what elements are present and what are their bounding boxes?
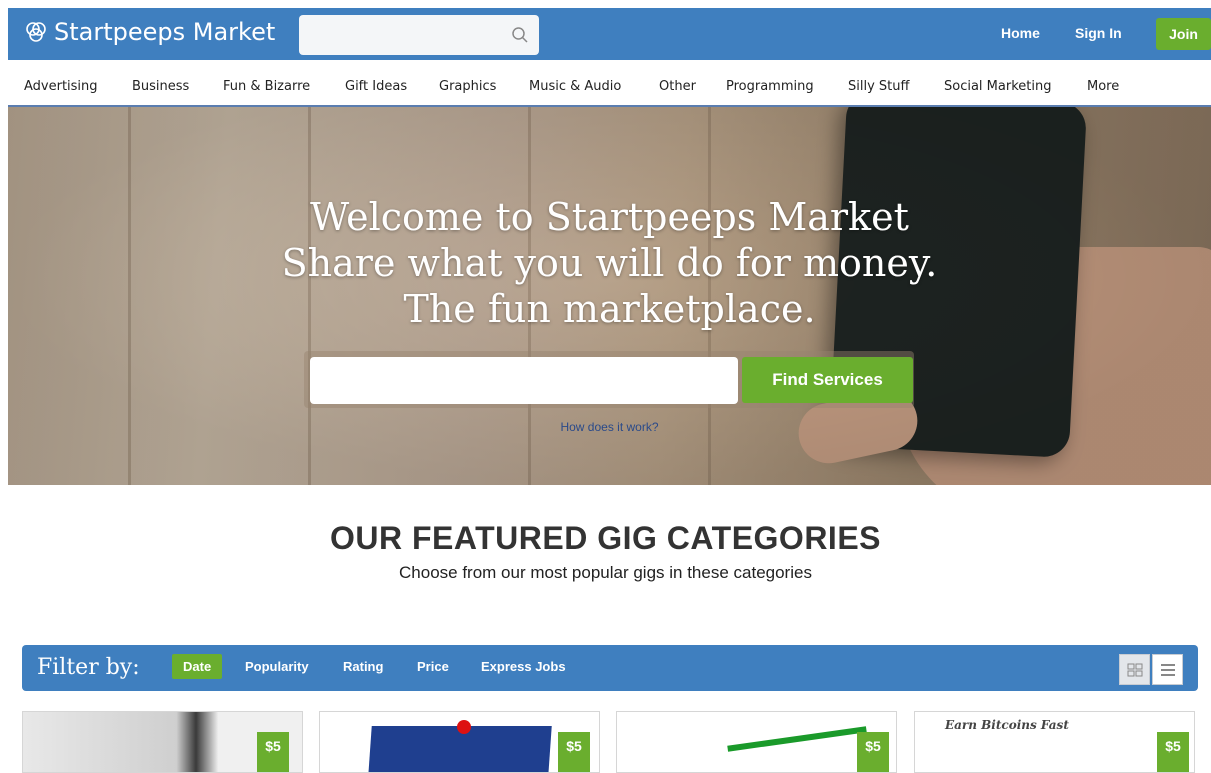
join-button[interactable]: Join bbox=[1156, 18, 1211, 50]
price-badge: $5 bbox=[558, 732, 590, 772]
filter-price[interactable]: Price bbox=[417, 659, 449, 674]
grid-icon bbox=[1127, 663, 1142, 676]
gig-card[interactable]: $5 bbox=[319, 711, 600, 773]
category-other[interactable]: Other bbox=[659, 79, 696, 94]
filter-bar: Filter by: Date Popularity Rating Price … bbox=[22, 645, 1198, 691]
price-badge: $5 bbox=[1157, 732, 1189, 772]
list-view-button[interactable] bbox=[1152, 654, 1183, 685]
how-it-works-link[interactable]: How does it work? bbox=[8, 420, 1211, 434]
category-music-audio[interactable]: Music & Audio bbox=[529, 79, 621, 94]
logo-icon bbox=[26, 22, 46, 42]
gig-image-caption: Earn Bitcoins Fast bbox=[945, 718, 1069, 732]
logo-text: Startpeeps Market bbox=[54, 18, 276, 46]
filter-express-jobs[interactable]: Express Jobs bbox=[481, 659, 566, 674]
filter-popularity[interactable]: Popularity bbox=[245, 659, 309, 674]
grid-view-button[interactable] bbox=[1119, 654, 1150, 685]
top-navigation-bar: Startpeeps Market Home Sign In Join bbox=[8, 8, 1211, 60]
nav-signin-link[interactable]: Sign In bbox=[1075, 25, 1122, 41]
filter-date[interactable]: Date bbox=[172, 654, 223, 679]
featured-title: OUR FEATURED GIG CATEGORIES bbox=[330, 520, 881, 556]
category-social-marketing[interactable]: Social Marketing bbox=[944, 79, 1051, 94]
filter-label: Filter by: bbox=[37, 655, 140, 680]
filter-rating[interactable]: Rating bbox=[343, 659, 383, 674]
hero-heading: Welcome to Startpeeps Market bbox=[310, 195, 909, 239]
category-more[interactable]: More bbox=[1087, 79, 1119, 94]
site-logo[interactable]: Startpeeps Market bbox=[24, 18, 275, 46]
category-graphics[interactable]: Graphics bbox=[439, 79, 496, 94]
category-gift-ideas[interactable]: Gift Ideas bbox=[345, 79, 407, 94]
category-advertising[interactable]: Advertising bbox=[24, 79, 98, 94]
gig-card[interactable]: $5 bbox=[22, 711, 303, 773]
search-icon[interactable] bbox=[511, 26, 529, 44]
category-fun-bizarre[interactable]: Fun & Bizarre bbox=[223, 79, 310, 94]
hero-tagline: Share what you will do for money. bbox=[281, 241, 938, 285]
header-search-input[interactable] bbox=[299, 15, 519, 53]
gig-thumbnail bbox=[727, 726, 867, 752]
price-badge: $5 bbox=[257, 732, 289, 772]
list-icon bbox=[1160, 663, 1175, 676]
find-services-button[interactable]: Find Services bbox=[742, 357, 913, 403]
nav-home-link[interactable]: Home bbox=[1001, 25, 1040, 41]
hero-search-input[interactable] bbox=[310, 357, 738, 404]
gig-card[interactable]: Earn Bitcoins Fast $5 bbox=[914, 711, 1195, 773]
category-programming[interactable]: Programming bbox=[726, 79, 814, 94]
category-bar: Advertising Business Fun & Bizarre Gift … bbox=[8, 60, 1211, 107]
featured-subtitle: Choose from our most popular gigs in the… bbox=[399, 563, 812, 582]
price-badge: $5 bbox=[857, 732, 889, 772]
category-silly-stuff[interactable]: Silly Stuff bbox=[848, 79, 909, 94]
pin-icon bbox=[457, 720, 471, 734]
gig-card[interactable]: $5 bbox=[616, 711, 897, 773]
header-search[interactable] bbox=[299, 15, 539, 55]
hero-banner: Welcome to Startpeeps Market Share what … bbox=[8, 107, 1211, 485]
category-business[interactable]: Business bbox=[132, 79, 189, 94]
hero-subtagline: The fun marketplace. bbox=[403, 287, 816, 331]
